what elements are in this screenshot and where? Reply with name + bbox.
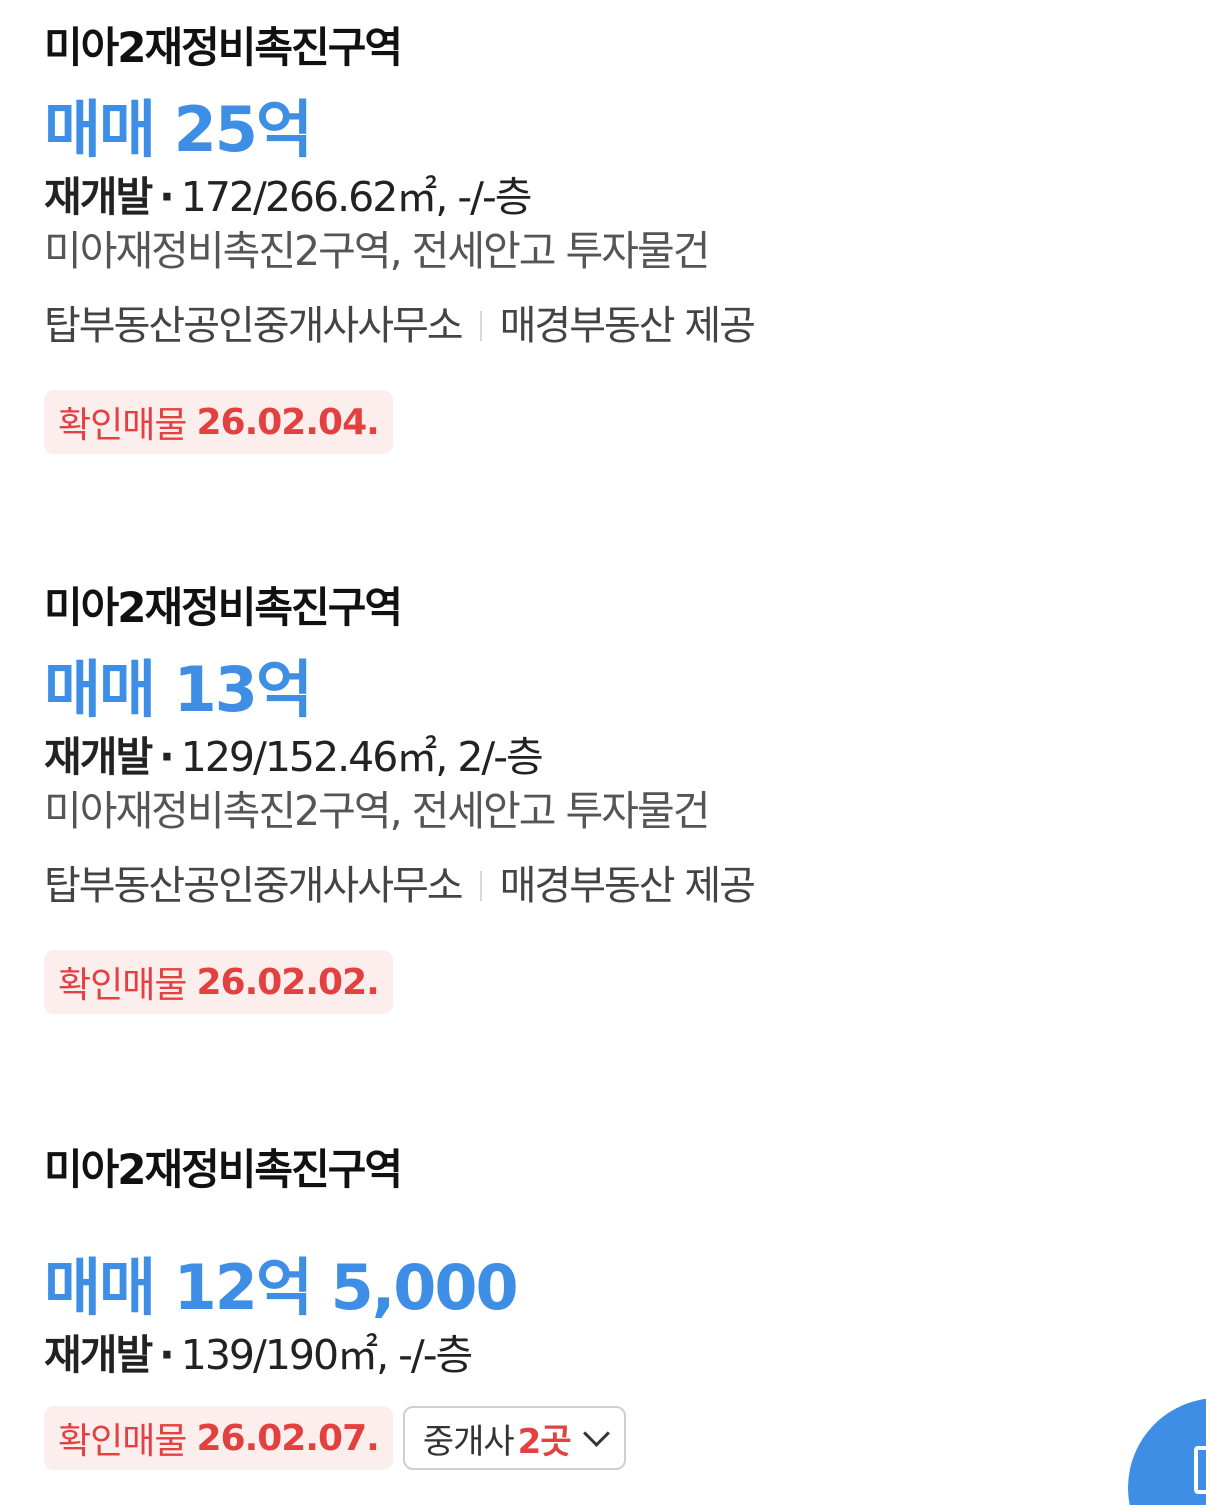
listing-description: 미아재정비촉진2구역, 전세안고 투자물건: [44, 787, 710, 835]
listing-description: 미아재정비촉진2구역, 전세안고 투자물건: [44, 227, 710, 275]
divider: [479, 311, 482, 341]
property-type: 재개발: [44, 733, 153, 781]
map-icon: [1194, 1446, 1206, 1494]
verified-badge: 확인매물 26.02.02.: [44, 950, 393, 1014]
spec-line: 재개발 · 139/190㎡, -/-층: [44, 1328, 1144, 1382]
divider: [479, 871, 482, 901]
spec-separator: ·: [159, 173, 175, 221]
complex-name: 미아2재정비촉진구역: [44, 23, 403, 72]
verified-badge: 확인매물 26.02.04.: [44, 390, 393, 454]
list-item[interactable]: 미아2재정비촉진구역 매매 13억 재개발 · 129/152.46㎡, 2/-층 …: [44, 578, 1144, 1014]
complex-name: 미아2재정비촉진구역: [44, 1145, 403, 1194]
agency-name: 탑부동산공인중개사사무소: [44, 303, 464, 349]
agency-line: 탑부동산공인중개사사무소 매경부동산 제공: [44, 860, 1144, 912]
badge-date: 26.02.04.: [196, 401, 379, 443]
badge-date: 26.02.07.: [196, 1417, 379, 1459]
area-floor: 172/266.62㎡, -/-층: [180, 173, 533, 221]
spec-line: 재개발 · 172/266.62㎡, -/-층: [44, 170, 1144, 224]
agency-line: 탑부동산공인중개사사무소 매경부동산 제공: [44, 300, 1144, 352]
agency-name: 탑부동산공인중개사사무소: [44, 863, 464, 909]
area-floor: 129/152.46㎡, 2/-층: [180, 733, 544, 781]
complex-name: 미아2재정비촉진구역: [44, 583, 403, 632]
badge-row: 확인매물 26.02.07. 중개사 2곳: [44, 1406, 1144, 1470]
listing-page: 미아2재정비촉진구역 매매 25억 재개발 · 172/266.62㎡, -/-층 …: [0, 0, 1206, 1505]
broker-count: 2곳: [517, 1421, 572, 1462]
badge-date: 26.02.02.: [196, 961, 379, 1003]
broker-count-button[interactable]: 중개사 2곳: [402, 1406, 626, 1470]
list-item[interactable]: 미아2재정비촉진구역 매매 12억 5,000 재개발 · 139/190㎡, -/…: [44, 1140, 1144, 1470]
price: 매매 13억: [44, 653, 313, 726]
list-item[interactable]: 미아2재정비촉진구역 매매 25억 재개발 · 172/266.62㎡, -/-층 …: [44, 18, 1144, 454]
spec-separator: ·: [159, 1331, 175, 1379]
badge-row: 확인매물 26.02.04.: [44, 390, 1144, 454]
badge-row: 확인매물 26.02.02.: [44, 950, 1144, 1014]
broker-label: 중개사: [422, 1421, 515, 1462]
spec-line: 재개발 · 129/152.46㎡, 2/-층: [44, 730, 1144, 784]
property-type: 재개발: [44, 173, 153, 221]
provider: 매경부동산 제공: [499, 303, 756, 349]
badge-label: 확인매물: [58, 965, 187, 1006]
chevron-down-icon: [582, 1419, 610, 1447]
spec-separator: ·: [159, 733, 175, 781]
badge-label: 확인매물: [58, 405, 187, 446]
area-floor: 139/190㎡, -/-층: [180, 1331, 474, 1379]
provider: 매경부동산 제공: [499, 863, 756, 909]
price: 매매 25억: [44, 93, 313, 166]
verified-badge: 확인매물 26.02.07.: [44, 1406, 393, 1470]
badge-label: 확인매물: [58, 1421, 187, 1462]
property-type: 재개발: [44, 1331, 153, 1379]
price: 매매 12억 5,000: [44, 1251, 519, 1324]
